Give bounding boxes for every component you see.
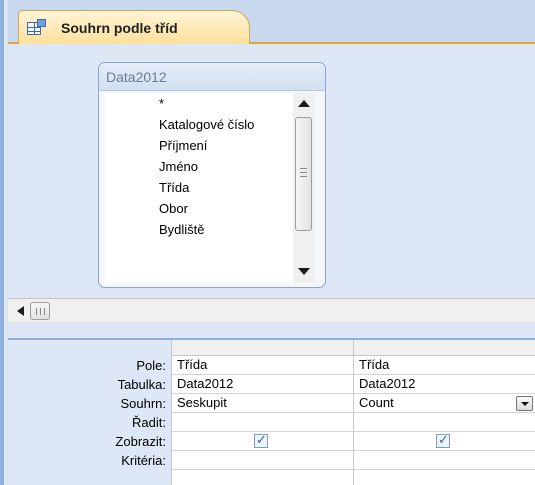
cell-tabulka[interactable]: Data2012	[354, 375, 535, 394]
scroll-left-icon[interactable]	[14, 303, 28, 319]
grip-icon	[300, 168, 307, 177]
cell-zobrazit	[354, 432, 535, 451]
field-item-katalogove-cislo[interactable]: Katalogové číslo	[105, 114, 293, 135]
cell-kriteria[interactable]	[172, 451, 353, 470]
cell-souhrn[interactable]: Count	[354, 394, 535, 413]
scroll-down-icon[interactable]	[295, 263, 313, 281]
pane-splitter[interactable]	[8, 322, 535, 340]
cell-souhrn[interactable]: Seskupit	[172, 394, 353, 413]
field-list-title[interactable]: Data2012	[99, 63, 325, 91]
chevron-down-icon[interactable]	[516, 396, 533, 411]
cell-radit[interactable]	[354, 413, 535, 432]
tab-title: Souhrn podle tříd	[61, 19, 178, 36]
show-checkbox[interactable]	[254, 432, 268, 450]
design-grid: Pole: Tabulka: Souhrn: Řadit: Zobrazit: …	[8, 340, 535, 485]
row-label-tabulka: Tabulka:	[117, 377, 166, 392]
field-list-data2012[interactable]: Data2012 * Katalogové číslo Příjmení Jmé…	[98, 62, 326, 288]
horizontal-scrollbar[interactable]	[8, 298, 535, 322]
grid-column-2[interactable]: Třída Data2012 Count	[353, 340, 535, 485]
show-checkbox[interactable]	[436, 432, 450, 450]
field-item-jmeno[interactable]: Jméno	[105, 156, 293, 177]
cell-zobrazit	[172, 432, 353, 451]
query-table-icon	[27, 18, 47, 37]
grip-icon	[36, 308, 45, 315]
row-label-pole: Pole:	[136, 358, 166, 373]
field-list[interactable]: * Katalogové číslo Příjmení Jméno Třída …	[105, 93, 293, 283]
row-label-souhrn: Souhrn:	[120, 396, 166, 411]
field-item-obor[interactable]: Obor	[105, 198, 293, 219]
row-label-kriteria: Kritéria:	[121, 453, 166, 468]
cell-tabulka[interactable]: Data2012	[172, 375, 353, 394]
document-tab-strip: Souhrn podle tříd	[8, 0, 535, 44]
query-design-window: Souhrn podle tříd Data2012 * Katalogové …	[0, 0, 535, 485]
column-selector[interactable]	[354, 340, 535, 356]
cell-pole[interactable]: Třída	[354, 356, 535, 375]
scroll-thumb[interactable]	[295, 117, 312, 231]
grid-column-1[interactable]: Třída Data2012 Seskupit	[171, 340, 353, 485]
field-list-scrollbar[interactable]	[293, 93, 315, 283]
cell-souhrn-value: Count	[359, 395, 394, 410]
scroll-up-icon[interactable]	[295, 95, 313, 113]
table-pane[interactable]: Data2012 * Katalogové číslo Příjmení Jmé…	[8, 46, 535, 296]
row-label-radit: Řadit:	[132, 415, 166, 430]
tab-souhrn-podle-trid[interactable]: Souhrn podle tříd	[18, 10, 250, 44]
grid-row-labels: Pole: Tabulka: Souhrn: Řadit: Zobrazit: …	[8, 356, 170, 470]
field-item-prijmeni[interactable]: Příjmení	[105, 135, 293, 156]
field-item-all[interactable]: *	[105, 93, 293, 114]
field-item-trida[interactable]: Třída	[105, 177, 293, 198]
row-label-zobrazit: Zobrazit:	[115, 434, 166, 449]
horizontal-scroll-thumb[interactable]	[30, 302, 50, 320]
cell-radit[interactable]	[172, 413, 353, 432]
cell-kriteria[interactable]	[354, 451, 535, 470]
cell-pole[interactable]: Třída	[172, 356, 353, 375]
field-item-bydliste[interactable]: Bydliště	[105, 219, 293, 240]
column-selector[interactable]	[172, 340, 353, 356]
